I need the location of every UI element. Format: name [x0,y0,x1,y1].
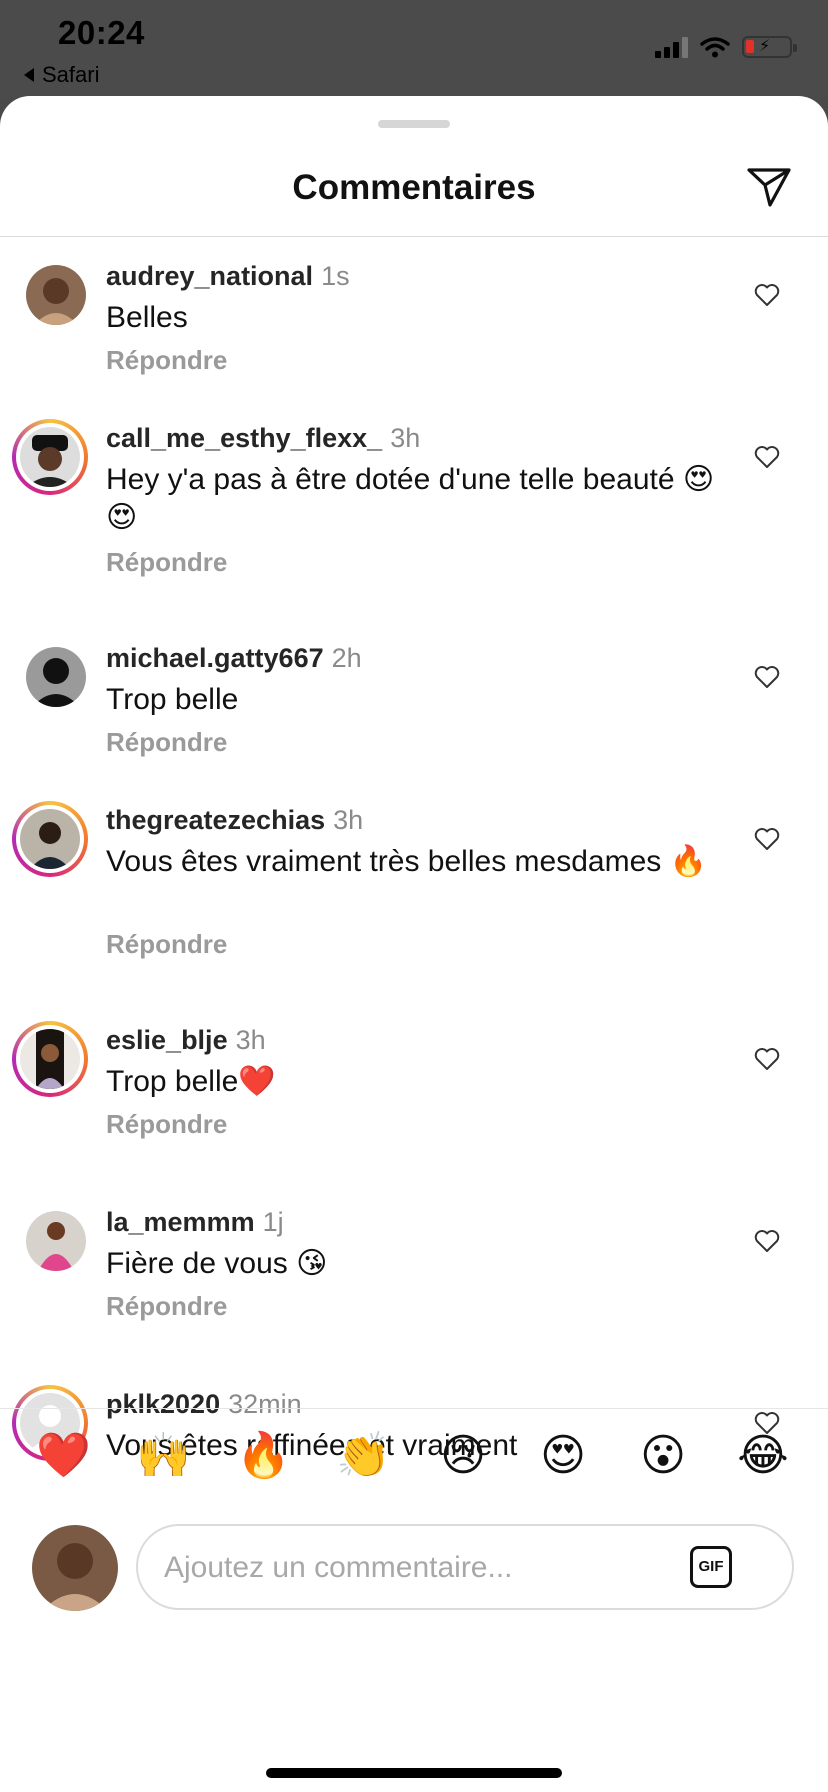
comment-username[interactable]: eslie_blje [106,1025,228,1055]
reaction-clap[interactable]: 👏 [336,1429,391,1483]
avatar[interactable] [26,265,86,325]
reply-button[interactable]: Répondre [106,547,227,578]
comments-list[interactable]: audrey_national 1s Belles Répondre call_m… [0,237,828,1501]
reply-button[interactable]: Répondre [106,345,227,376]
home-indicator[interactable] [266,1768,562,1778]
comment-input-container: GIF [136,1524,794,1610]
comment-time: 3h [333,805,364,835]
back-to-app-link[interactable]: Safari [24,62,99,88]
reaction-heart[interactable]: ❤️ [36,1429,91,1483]
heart-icon[interactable] [754,283,780,307]
comment-username[interactable]: la_memmm [106,1207,255,1237]
battery-icon: ⚡ [742,36,797,58]
avatar[interactable] [26,647,86,707]
comment-text: Trop belle❤️ [106,1065,276,1098]
comment-text: Fière de vous 😘 [106,1247,328,1280]
comment-username[interactable]: call_me_esthy_flexx_ [106,423,382,453]
paper-plane-icon[interactable] [746,166,792,208]
comment-text: Trop belle [106,683,239,716]
comment-time: 1s [321,261,350,291]
heart-icon[interactable] [754,1047,780,1071]
comment-username[interactable]: audrey_national [106,261,313,291]
comment-time: 2h [331,643,362,673]
comment-time: 3h [235,1025,266,1055]
reaction-surprised[interactable]: 😮 [636,1429,690,1483]
comment-input[interactable] [162,1544,666,1592]
quick-reactions-bar: ❤️ 🙌 🔥 👏 😢 😍 😮 😂 [0,1408,828,1499]
reply-button[interactable]: Répondre [106,929,227,960]
page-title: Commentaires [292,168,536,207]
wifi-icon [700,37,730,58]
status-time: 20:24 [58,14,145,51]
comment-text: Belles [106,301,188,334]
heart-icon[interactable] [754,665,780,689]
gif-button[interactable]: GIF [690,1546,732,1588]
reaction-crying[interactable]: 😢 [436,1429,490,1483]
comment-username[interactable]: michael.gatty667 [106,643,324,673]
avatar[interactable] [12,801,88,877]
heart-icon[interactable] [754,1229,780,1253]
comment-time: 3h [390,423,421,453]
comment-text: Vous êtes vraiment très belles mesdames … [106,845,707,878]
avatar[interactable] [12,419,88,495]
comment-username[interactable]: thegreatezechias [106,805,325,835]
reaction-laughing[interactable]: 😂 [736,1429,790,1483]
status-bar: 20:24 Safari ⚡ [0,0,828,98]
reaction-heart-eyes[interactable]: 😍 [536,1429,590,1483]
comment-time: 1j [262,1207,284,1237]
heart-icon[interactable] [754,827,780,851]
comment-text: Hey y'a pas à être dotée d'une telle bea… [106,463,715,534]
cellular-signal-icon [655,36,688,58]
reaction-raising-hands[interactable]: 🙌 [136,1429,191,1483]
reaction-fire[interactable]: 🔥 [236,1429,291,1483]
reply-button[interactable]: Répondre [106,727,227,758]
reply-button[interactable]: Répondre [106,1109,227,1140]
current-user-avatar [32,1525,118,1611]
back-triangle-icon [24,68,34,82]
back-app-label: Safari [42,62,100,87]
reply-button[interactable]: Répondre [106,1291,227,1322]
avatar[interactable] [26,1211,86,1271]
avatar[interactable] [12,1021,88,1097]
sheet-grabber[interactable] [378,120,450,128]
status-icons: ⚡ [655,36,797,58]
heart-icon[interactable] [754,445,780,469]
